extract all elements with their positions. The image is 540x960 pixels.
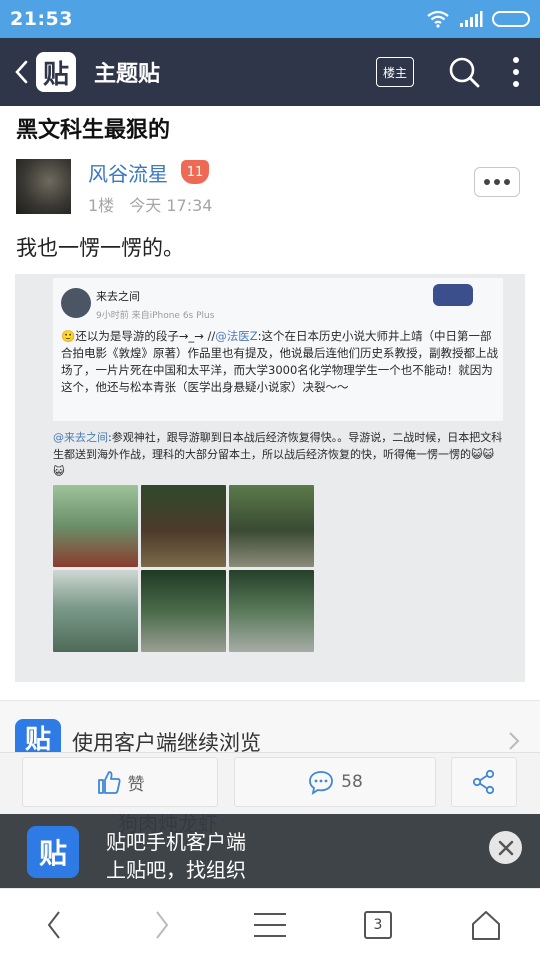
embed-repost: @来去之间:参观神社，跟导游聊到日本战后经济恢复得快。。导游说，二战时候，日本把… — [53, 425, 503, 480]
embed-author: 来去之间 — [96, 290, 140, 303]
avatar[interactable] — [16, 159, 71, 214]
level-badge: 11 — [181, 160, 209, 184]
embed-meta: 9小时前 来自iPhone 6s Plus — [96, 311, 215, 321]
embed-repost-text: :参观神社，跟导游聊到日本战后经济恢复得快。。导游说，二战时候，日本把文科生都送… — [53, 431, 503, 478]
post-time: 今天 17:34 — [129, 196, 213, 215]
photo-grid — [53, 485, 318, 652]
like-label: 赞 — [127, 774, 145, 795]
client-logo: 贴 — [15, 719, 61, 755]
photo-thumbnail — [229, 485, 314, 567]
browser-toolbar: 3 — [0, 888, 540, 960]
search-icon — [449, 57, 480, 88]
download-subtitle: 上贴吧，找组织 — [106, 858, 246, 882]
post-meta: 1楼 今天 17:34 — [88, 192, 212, 216]
tieba-logo[interactable]: 贴 — [36, 52, 76, 92]
photo-thumbnail — [141, 570, 226, 652]
nav-actions: 楼主 — [376, 52, 540, 92]
post-action-bar: 赞 58 — [0, 752, 540, 814]
more-dot-icon — [504, 179, 510, 185]
chevron-right-icon — [509, 732, 520, 750]
screen: 21:53 贴 主题贴 楼主 黑文科生最狠的 风谷流星 11 1楼 今天 17:… — [0, 0, 540, 960]
wifi-icon — [427, 10, 449, 28]
share-button[interactable] — [451, 757, 517, 807]
chevron-left-icon — [47, 910, 60, 939]
embed-mention: @法医Z — [215, 329, 258, 343]
status-icons — [426, 10, 530, 28]
more-menu-button[interactable] — [504, 52, 528, 92]
thread-title: 黑文科生最狠的 — [16, 118, 171, 143]
battery-icon — [492, 11, 530, 27]
tab-count: 3 — [364, 910, 392, 939]
search-button[interactable] — [444, 52, 484, 92]
thumbs-up-icon — [97, 771, 120, 794]
top-nav-bar: 贴 主题贴 楼主 — [0, 38, 540, 106]
chevron-right-icon — [156, 910, 169, 939]
embed-avatar — [61, 288, 91, 318]
comment-button[interactable]: 58 — [234, 757, 436, 807]
post-content: 我也一愣一愣的。 — [16, 236, 184, 260]
photo-thumbnail — [141, 485, 226, 567]
close-banner-button[interactable] — [489, 831, 522, 864]
browser-back-button[interactable] — [0, 889, 108, 960]
photo-thumbnail — [53, 570, 138, 652]
signal-icon — [460, 11, 483, 27]
photo-thumbnail — [229, 570, 314, 652]
more-dot-icon — [484, 179, 490, 185]
app-logo: 贴 — [27, 826, 79, 878]
chevron-left-icon — [15, 60, 28, 84]
more-vertical-icon — [513, 57, 519, 87]
browser-tabs-button[interactable]: 3 — [324, 889, 432, 960]
page-title: 主题贴 — [94, 62, 161, 87]
home-icon — [472, 910, 500, 940]
status-time: 21:53 — [10, 8, 73, 30]
status-bar: 21:53 — [0, 0, 540, 38]
share-icon — [472, 769, 495, 795]
open-in-app-banner[interactable]: 贴 使用客户端继续浏览 — [0, 700, 540, 755]
author-name[interactable]: 风谷流星 — [88, 158, 168, 187]
download-title: 贴吧手机客户端 — [106, 830, 246, 854]
post-image[interactable]: 来去之间 9小时前 来自iPhone 6s Plus 🙂还以为是导游的段子→_→… — [15, 274, 525, 682]
floor-number: 1楼 — [88, 196, 115, 215]
post-more-button[interactable] — [474, 167, 520, 197]
embed-repost-mention: @来去之间 — [53, 431, 108, 444]
photo-thumbnail — [53, 485, 138, 567]
close-icon — [498, 840, 513, 855]
only-op-button[interactable]: 楼主 — [376, 57, 414, 87]
browser-home-button[interactable] — [432, 889, 540, 960]
comment-icon — [309, 771, 334, 795]
browser-forward-button[interactable] — [108, 889, 216, 960]
embed-text: 🙂还以为是导游的段子→_→ //@法医Z:这个在日本历史小说大师井上靖（中日第一… — [61, 328, 501, 396]
download-app-banner[interactable]: 贴 贴吧手机客户端 上贴吧，找组织 — [0, 814, 540, 888]
back-button[interactable] — [6, 38, 36, 106]
menu-icon — [254, 912, 286, 937]
embed-weibo-card: 来去之间 9小时前 来自iPhone 6s Plus 🙂还以为是导游的段子→_→… — [53, 278, 503, 421]
browser-menu-button[interactable] — [216, 889, 324, 960]
more-dot-icon — [494, 179, 500, 185]
embed-decoration — [433, 284, 473, 306]
comment-count: 58 — [341, 772, 363, 792]
embed-text-pre: 🙂还以为是导游的段子→_→ // — [61, 329, 216, 343]
like-button[interactable]: 赞 — [22, 757, 218, 807]
